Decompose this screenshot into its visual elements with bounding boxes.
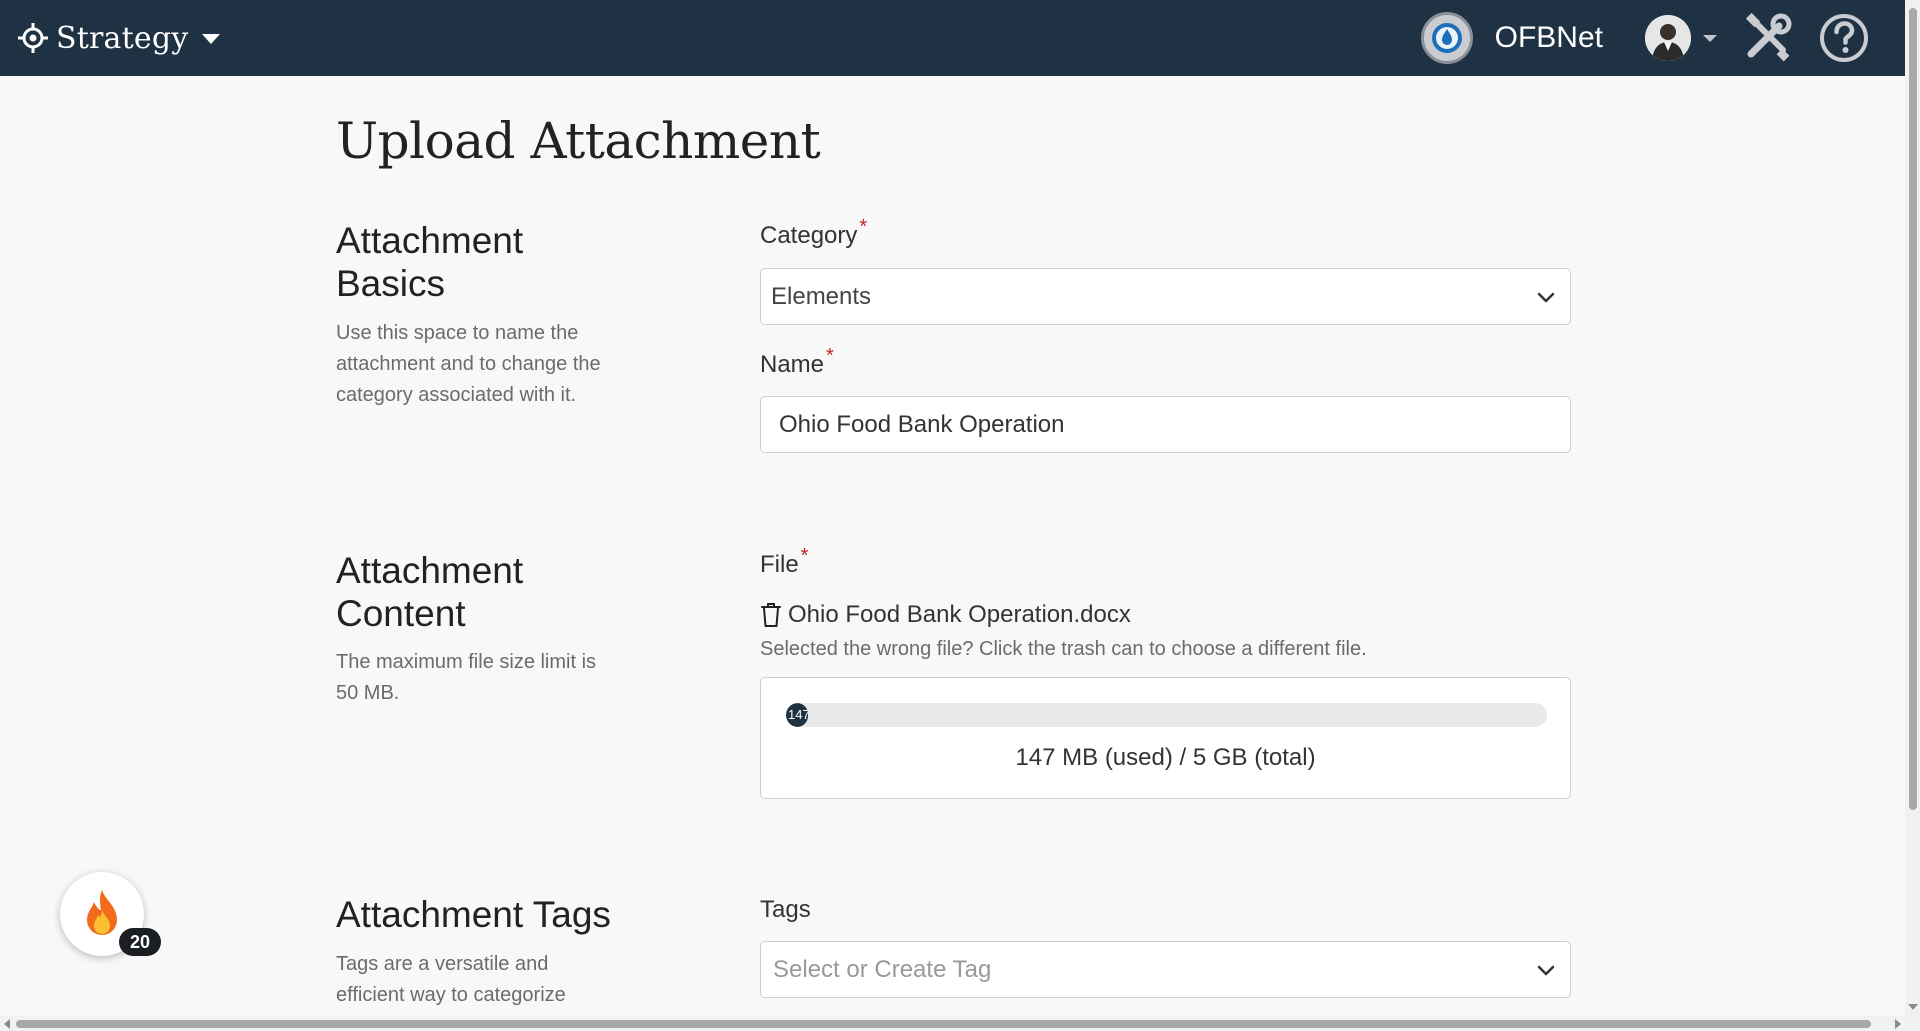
file-name: Ohio Food Bank Operation.docx [788,601,1131,628]
name-input[interactable]: Ohio Food Bank Operation [760,396,1571,453]
section-desc-basics: Use this space to name the attachment an… [336,322,601,406]
org-logo-icon [1420,12,1473,64]
top-navbar: Strategy OFBNet [0,0,1905,76]
horizontal-scroll-thumb[interactable] [16,1020,1871,1028]
account-dropdown-icon[interactable] [1703,34,1717,42]
required-mark: * [800,545,809,567]
file-hint: Selected the wrong file? Click the trash… [760,638,1367,660]
streak-count-badge: 20 [119,928,161,956]
section-title-basics: Attachment Basics [336,220,524,304]
storage-progress-fill: 147 [786,703,809,727]
chevron-down-icon [1537,292,1555,302]
tags-select-placeholder: Select or Create Tag [773,955,992,983]
storage-progress-bar: 147 [786,703,1547,727]
chevron-down-icon [202,34,221,44]
name-input-value: Ohio Food Bank Operation [779,410,1065,438]
trash-icon[interactable] [760,602,782,628]
question-circle-icon[interactable] [1819,13,1869,63]
vertical-scroll-thumb[interactable] [1909,8,1917,810]
section-desc-content: The maximum file size limit is 50 MB. [336,651,597,704]
fire-icon [87,890,117,935]
vertical-scrollbar[interactable] [1905,0,1920,1031]
category-label: Category * [760,216,868,249]
strategy-label: Strategy [56,20,189,56]
required-mark: * [859,216,868,238]
name-label: Name * [760,345,834,378]
section-title-content: Attachment Content [336,550,524,634]
category-select-value: Elements [771,282,872,310]
chevron-down-icon [1537,965,1555,975]
file-label: File * [760,545,809,578]
org-name-link[interactable]: OFBNet [1495,21,1603,55]
scroll-left-arrow-icon[interactable] [4,1019,10,1029]
page-title: Upload Attachment [336,112,821,170]
section-desc-tags: Tags are a versatile and efficient way t… [336,953,566,1006]
scroll-down-arrow-icon[interactable] [1908,1004,1918,1010]
required-mark: * [826,345,834,367]
selected-file: Ohio Food Bank Operation.docx [760,601,1131,629]
avatar[interactable] [1645,15,1691,61]
storage-usage-card: 147 147 MB (used) / 5 GB (total) [760,677,1571,799]
scroll-right-arrow-icon[interactable] [1895,1019,1901,1029]
section-title-tags: Attachment Tags [336,894,611,935]
strategy-menu[interactable]: Strategy [18,20,221,56]
tags-label: Tags [760,896,811,923]
tags-select[interactable]: Select or Create Tag [760,941,1571,998]
wrench-screwdriver-icon[interactable] [1741,12,1793,64]
storage-summary: 147 MB (used) / 5 GB (total) [1015,744,1316,771]
horizontal-scrollbar[interactable] [0,1016,1905,1031]
category-select[interactable]: Elements [760,268,1571,325]
target-icon [18,23,48,53]
